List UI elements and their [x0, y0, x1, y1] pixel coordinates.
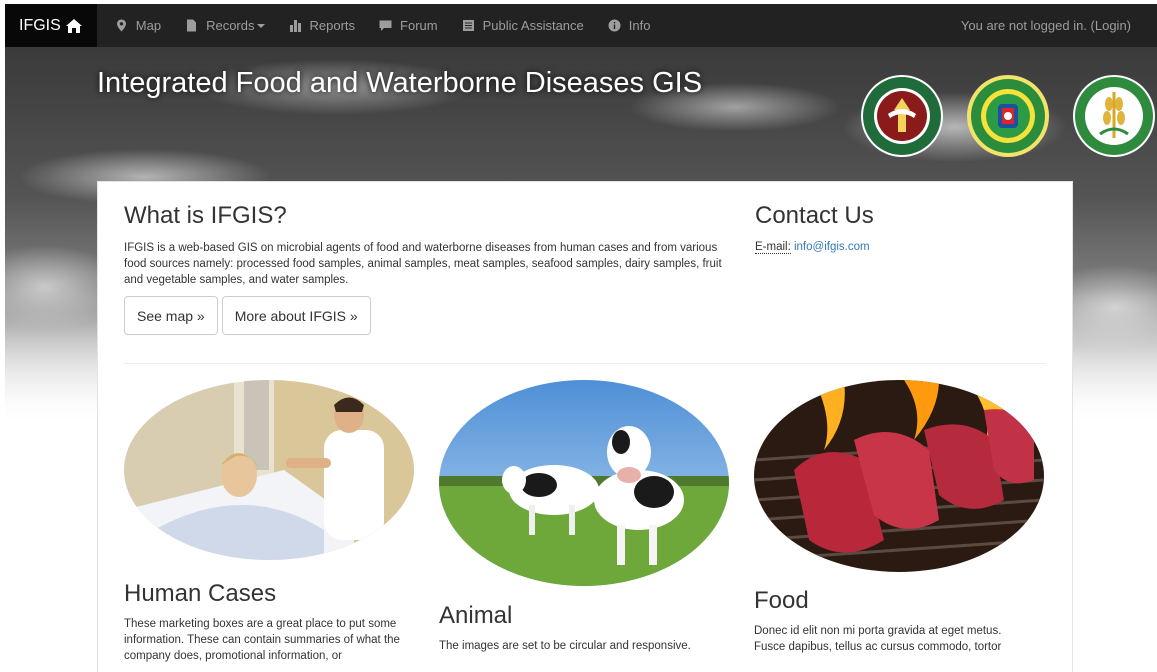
more-about-button[interactable]: More about IFGIS »: [221, 296, 371, 335]
nav-map[interactable]: Map: [103, 4, 173, 47]
feature-human-cases: Human Cases These marketing boxes are a …: [124, 580, 416, 664]
home-icon: [65, 18, 82, 33]
list-alt-icon: [462, 20, 474, 31]
bar-chart-icon: [289, 20, 301, 32]
feature-animal: Animal The images are set to be circular…: [439, 602, 731, 654]
nav-reports-label: Reports: [309, 18, 356, 33]
info-circle-icon: [608, 19, 621, 32]
hospital-scene-graphic: [124, 380, 414, 560]
nav-records-dropdown[interactable]: Records: [173, 4, 276, 47]
about-buttons: See map » More about IFGIS »: [124, 296, 724, 335]
caret-down-icon: [256, 23, 265, 28]
contact-heading: Contact Us: [755, 202, 874, 229]
animal-image: [439, 380, 729, 586]
brand-label: IFGIS: [19, 16, 61, 34]
nav-public-assistance-label: Public Assistance: [482, 18, 584, 33]
da-seal-icon: [1073, 75, 1155, 157]
about-section: What is IFGIS? IFGIS is a web-based GIS …: [124, 202, 724, 335]
comment-icon: [379, 20, 392, 31]
nav-forum-label: Forum: [400, 18, 438, 33]
nav-forum[interactable]: Forum: [367, 4, 450, 47]
section-divider: [124, 363, 1046, 364]
email-link[interactable]: info@ifgis.com: [794, 241, 870, 253]
nav-info-label: Info: [628, 18, 651, 33]
nav-public-assistance[interactable]: Public Assistance: [450, 4, 596, 47]
top-navbar: IFGIS Map Records Reports Forum Public A…: [5, 4, 1157, 47]
human-cases-image: [124, 380, 414, 560]
feature-text: Donec id elit non mi porta gravida at eg…: [754, 625, 1002, 653]
about-text: IFGIS is a web-based GIS on microbial ag…: [124, 242, 722, 286]
map-marker-icon: [116, 19, 126, 32]
nav-map-label: Map: [135, 18, 162, 33]
hero-title: Integrated Food and Waterborne Diseases …: [97, 67, 703, 99]
feature-title: Human Cases: [124, 580, 277, 607]
brand-home-link[interactable]: IFGIS: [5, 4, 97, 47]
feature-title: Animal: [439, 602, 513, 629]
grilled-meat-graphic: [754, 380, 1044, 572]
file-icon: [187, 19, 197, 32]
food-image: [754, 380, 1044, 572]
feature-text: The images are set to be circular and re…: [439, 640, 691, 652]
contact-section: Contact Us E-mail: info@ifgis.com: [755, 202, 1055, 254]
doh-seal-icon: [967, 75, 1049, 157]
contact-email-line: E-mail: info@ifgis.com: [755, 241, 1055, 254]
nav-reports[interactable]: Reports: [277, 4, 368, 47]
cows-scene-graphic: [439, 380, 729, 586]
feature-title: Food: [754, 587, 809, 614]
content-card: What is IFGIS? IFGIS is a web-based GIS …: [97, 181, 1073, 672]
about-heading: What is IFGIS?: [124, 202, 287, 229]
login-link[interactable]: You are not logged in. (Login): [961, 18, 1157, 33]
see-map-button[interactable]: See map »: [124, 296, 218, 335]
nav-info[interactable]: Info: [596, 4, 663, 47]
up-manila-seal-icon: [861, 75, 943, 157]
email-label: E-mail:: [755, 241, 791, 254]
nav-records-label: Records: [206, 18, 255, 33]
feature-text: These marketing boxes are a great place …: [124, 618, 400, 662]
feature-food: Food Donec id elit non mi porta gravida …: [754, 587, 1046, 655]
